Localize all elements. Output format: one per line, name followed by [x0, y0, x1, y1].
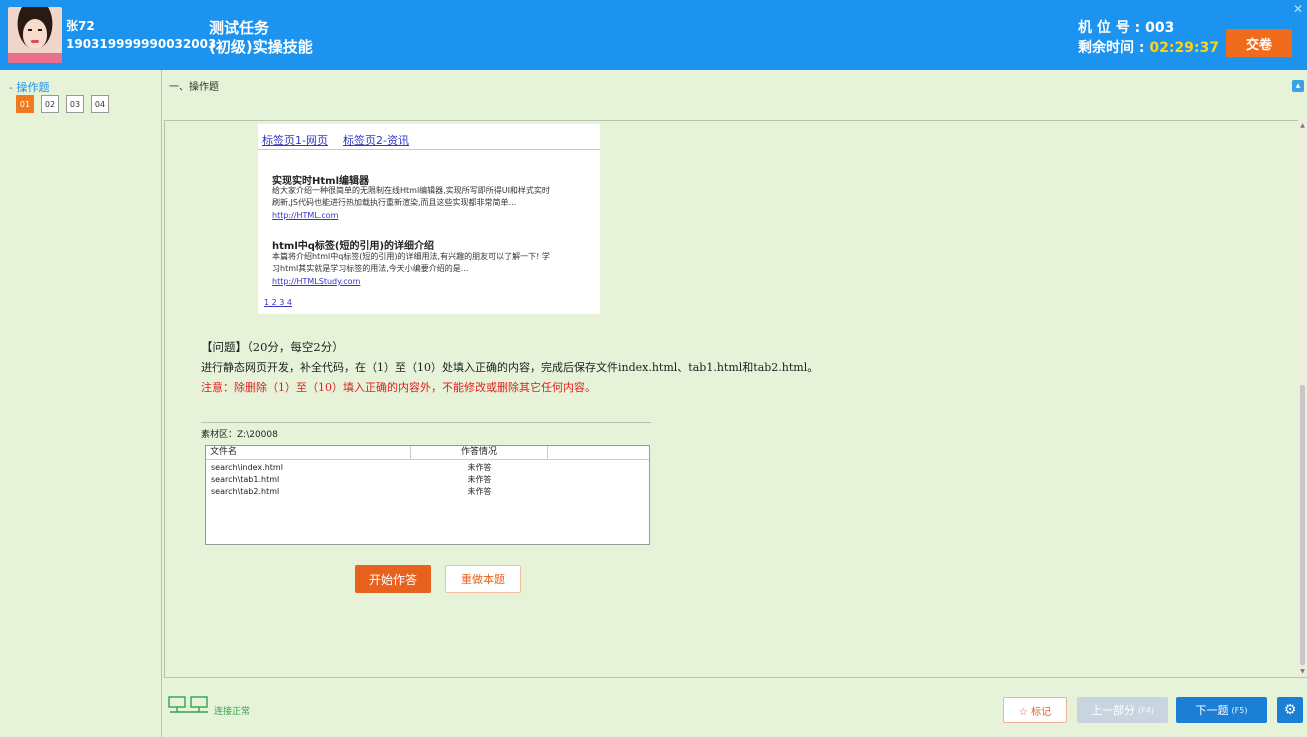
settings-gear-icon[interactable]: ⚙: [1277, 697, 1303, 723]
previous-section-button[interactable]: 上一部分 (F4): [1077, 697, 1168, 723]
connection-status: 连接正常: [214, 707, 251, 717]
webpage-preview-image: 标签页1-网页 标签页2-资讯 实现实时Html编辑器 给大家介绍一种很简单的无…: [258, 124, 600, 314]
article-text: 刷新,JS代码也能进行热加载执行重新渲染,而且这些实现都非常简单...: [272, 198, 517, 207]
table-row-filename[interactable]: search\tab2.html: [211, 486, 279, 498]
start-answer-button[interactable]: 开始作答: [355, 565, 431, 593]
question-03-button[interactable]: 03: [66, 95, 84, 113]
remaining-time: 剩余时间 : 02:29:37: [1078, 37, 1219, 57]
question-body: 进行静态网页开发，补全代码，在（1）至（10）处填入正确的内容，完成后保存文件i…: [201, 361, 819, 374]
previous-section-label: 上一部分: [1091, 704, 1136, 717]
divider: [201, 422, 651, 423]
next-question-shortcut: (F5): [1231, 705, 1248, 715]
remaining-time-value: 02:29:37: [1149, 40, 1220, 56]
next-question-button[interactable]: 下一题 (F5): [1176, 697, 1267, 723]
mark-question-button[interactable]: ☆ 标记: [1003, 697, 1067, 723]
next-question-label: 下一题: [1195, 704, 1229, 717]
table-row-status: 未作答: [467, 475, 492, 484]
column-header-status[interactable]: 作答情况: [411, 446, 548, 460]
seat-number: 机 位 号 : 003: [1078, 20, 1175, 36]
task-subtitle: (初级)实操技能: [209, 38, 313, 56]
table-row-status: 未作答: [467, 463, 492, 472]
main-content: 一、操作题 ▴ 标签页1-网页 标签页2-资讯 实现实时Html编辑器 给大家介…: [164, 70, 1307, 737]
table-row-status: 未作答: [467, 487, 492, 496]
collapse-icon[interactable]: ▴: [1292, 80, 1304, 92]
section-operation-label[interactable]: - 操作题: [9, 79, 49, 95]
question-warning: 注意：除删除（1）至（10）填入正确的内容外，不能修改或删除其它任何内容。: [201, 381, 596, 394]
previous-section-shortcut: (F4): [1138, 705, 1154, 715]
user-name: 张72: [66, 19, 95, 33]
question-02-button[interactable]: 02: [41, 95, 59, 113]
question-01-button[interactable]: 01: [16, 95, 34, 113]
preview-tab-2: 标签页2-资讯: [343, 134, 409, 147]
submit-exam-button[interactable]: 交卷: [1226, 29, 1292, 57]
scrollbar-thumb[interactable]: [1300, 385, 1305, 665]
table-row-filename[interactable]: search\tab1.html: [211, 474, 279, 486]
article-text: 习html其实就是学习标签的用法,今天小编要介绍的是...: [272, 264, 469, 273]
question-heading: 【问题】（20分，每空2分）: [201, 340, 344, 354]
question-04-button[interactable]: 04: [91, 95, 109, 113]
redo-question-button[interactable]: 重做本题: [445, 565, 521, 593]
footer-divider: [164, 677, 1307, 678]
article-text: 给大家介绍一种很简单的无限制在线Html编辑器,实现所写即所得UI和样式实时: [272, 186, 550, 195]
remaining-time-label: 剩余时间 :: [1078, 40, 1150, 56]
column-header-filename[interactable]: 文件名: [206, 446, 411, 460]
scroll-down-icon[interactable]: ▼: [1299, 668, 1306, 675]
task-title: 测试任务: [209, 19, 270, 37]
user-id: 190319999990032003: [66, 37, 217, 51]
question-pane: 标签页1-网页 标签页2-资讯 实现实时Html编辑器 给大家介绍一种很简单的无…: [164, 120, 1298, 678]
material-path-label: 素材区：Z:\20008: [201, 430, 278, 440]
content-scrollbar[interactable]: ▲ ▼: [1298, 120, 1307, 678]
network-connection-icon: [168, 696, 208, 713]
table-row-filename[interactable]: search\index.html: [211, 462, 283, 474]
article-link: http://HTMLStudy.com: [272, 277, 361, 286]
file-table: 文件名 作答情况 search\index.html 未作答 search\ta…: [205, 445, 650, 545]
article-title: html中q标签(短的引用)的详细介绍: [272, 241, 435, 252]
article-link: http://HTML.com: [272, 211, 339, 220]
question-nav-panel: - 操作题 01 02 03 04: [0, 70, 162, 737]
scroll-up-icon[interactable]: ▲: [1299, 122, 1306, 129]
close-icon[interactable]: ✕: [1293, 3, 1306, 16]
preview-pager: 1 2 3 4: [264, 298, 292, 307]
preview-tab-1: 标签页1-网页: [262, 134, 328, 147]
top-header: 张72 190319999990032003 测试任务 (初级)实操技能 机 位…: [0, 0, 1307, 70]
section-title: 一、操作题: [169, 82, 219, 93]
article-text: 本篇将介绍html中q标签(短的引用)的详细用法,有兴趣的朋友可以了解一下! 学: [272, 252, 550, 261]
user-avatar: [8, 7, 62, 63]
